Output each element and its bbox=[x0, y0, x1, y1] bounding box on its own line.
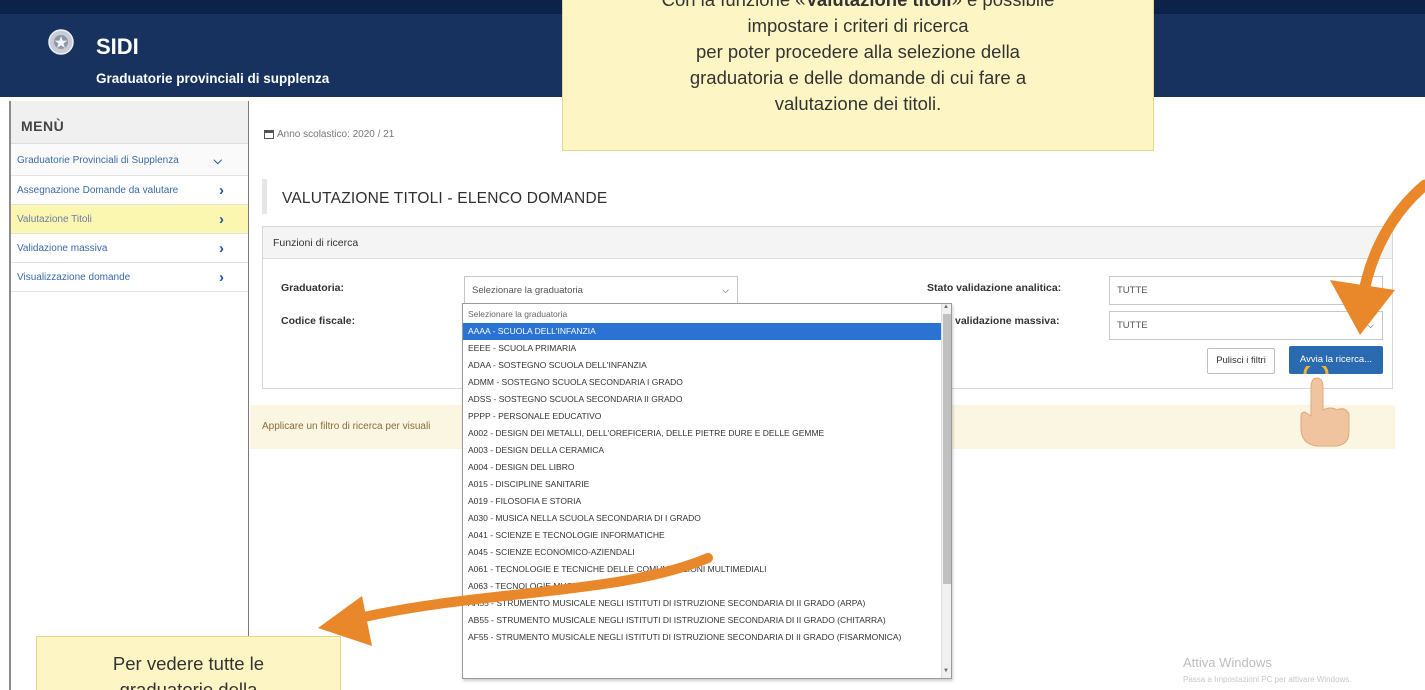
tutorial-callout-bottom: Per vedere tutte le graduatorie della bbox=[36, 636, 341, 690]
sidebar-item-graduatorie[interactable]: Graduatorie Provinciali di Supplenza ⌵ bbox=[11, 144, 248, 176]
dropdown-option[interactable]: A045 - SCIENZE ECONOMICO-AZIENDALI bbox=[463, 544, 941, 561]
stato-analitica-label: Stato validazione analitica: bbox=[927, 282, 1062, 294]
chevron-right-icon: › bbox=[219, 269, 224, 286]
scroll-down-icon[interactable]: ▼ bbox=[943, 668, 949, 674]
title-accent-bar bbox=[262, 179, 267, 214]
school-year: Anno scolastico: 2020 / 21 bbox=[277, 129, 395, 140]
dropdown-options: Selezionare la graduatoria AAAA - SCUOLA … bbox=[463, 306, 941, 646]
callout-top-line3: per poter procedere alla selezione della bbox=[696, 41, 1020, 62]
menu-title: MENÙ bbox=[11, 101, 248, 144]
dropdown-option[interactable]: AF55 - STRUMENTO MUSICALE NEGLI ISTITUTI… bbox=[463, 629, 941, 646]
dropdown-option[interactable]: A041 - SCIENZE E TECNOLOGIE INFORMATICHE bbox=[463, 527, 941, 544]
stato-massiva-select[interactable]: TUTTE ⌵ bbox=[1109, 311, 1383, 340]
sidebar-item-label: Visualizzazione domande bbox=[17, 272, 131, 283]
sidebar-item-validazione-massiva[interactable]: Validazione massiva › bbox=[11, 234, 248, 263]
sidebar-item-visualizzazione[interactable]: Visualizzazione domande › bbox=[11, 263, 248, 292]
stato-massiva-label: validazione massiva: bbox=[955, 315, 1060, 327]
sidebar-item-label: Validazione massiva bbox=[17, 243, 108, 254]
stato-massiva-value: TUTTE bbox=[1117, 320, 1148, 331]
dropdown-option[interactable]: AA55 - STRUMENTO MUSICALE NEGLI ISTITUTI… bbox=[463, 595, 941, 612]
dropdown-option[interactable]: A019 - FILOSOFIA E STORIA bbox=[463, 493, 941, 510]
callout-bottom-line1: Per vedere tutte le bbox=[112, 653, 265, 674]
callout-top-line2: impostare i criteri di ricerca bbox=[747, 15, 969, 36]
dropdown-option[interactable]: A061 - TECNOLOGIE E TECNICHE DELLE COMUN… bbox=[463, 561, 941, 578]
dropdown-option[interactable]: Selezionare la graduatoria bbox=[463, 306, 941, 323]
app-subtitle: Graduatorie provinciali di supplenza bbox=[96, 71, 330, 86]
dropdown-option[interactable]: A004 - DESIGN DEL LIBRO bbox=[463, 459, 941, 476]
dropdown-scrollbar[interactable]: ▲ ▼ bbox=[941, 304, 951, 678]
graduatoria-label: Graduatoria: bbox=[281, 282, 345, 294]
stato-analitica-value: TUTTE bbox=[1117, 285, 1148, 296]
app-title: SIDI bbox=[96, 34, 139, 59]
clear-filters-button[interactable]: Pulisci i filtri bbox=[1207, 348, 1275, 374]
sidebar-menu: MENÙ Graduatorie Provinciali di Supplenz… bbox=[9, 101, 249, 690]
dropdown-option[interactable]: A063 - TECNOLOGIE MUSICALI bbox=[463, 578, 941, 595]
tutorial-callout-top: Con la funzione «Valutazione titoli» è p… bbox=[562, 0, 1154, 151]
chevron-right-icon: › bbox=[219, 182, 224, 199]
windows-watermark-subtitle: Passa a Impostazioni PC per attivare Win… bbox=[1183, 675, 1352, 684]
sidebar-item-label: Valutazione Titoli bbox=[17, 214, 92, 225]
dropdown-option[interactable]: ADSS - SOSTEGNO SCUOLA SECONDARIA II GRA… bbox=[463, 391, 941, 408]
italian-emblem-icon bbox=[48, 29, 74, 55]
dropdown-option[interactable]: ADMM - SOSTEGNO SCUOLA SECONDARIA I GRAD… bbox=[463, 374, 941, 391]
sidebar-item-label: Graduatorie Provinciali di Supplenza bbox=[17, 155, 179, 166]
panel-title: Funzioni di ricerca bbox=[263, 227, 1392, 259]
stato-analitica-select[interactable]: TUTTE ⌵ bbox=[1109, 276, 1383, 305]
graduatoria-select[interactable]: Selezionare la graduatoria ⌵ bbox=[464, 276, 738, 305]
chevron-down-icon: ⌵ bbox=[1367, 320, 1374, 330]
callout-top-line4: graduatoria e delle domande di cui fare … bbox=[689, 67, 1027, 88]
sidebar-item-valutazione-titoli[interactable]: Valutazione Titoli › bbox=[11, 205, 248, 234]
scrollbar-thumb[interactable] bbox=[943, 314, 951, 584]
graduatoria-dropdown[interactable]: Selezionare la graduatoria AAAA - SCUOLA … bbox=[462, 303, 952, 679]
chevron-down-icon: ⌵ bbox=[213, 155, 222, 167]
dropdown-option[interactable]: A015 - DISCIPLINE SANITARIE bbox=[463, 476, 941, 493]
codice-fiscale-label: Codice fiscale: bbox=[281, 315, 356, 327]
callout-top-line5: valutazione dei titoli. bbox=[774, 93, 942, 114]
graduatoria-select-value: Selezionare la graduatoria bbox=[472, 285, 583, 296]
dropdown-option[interactable]: A002 - DESIGN DEI METALLI, DELL'OREFICER… bbox=[463, 425, 941, 442]
page-title: VALUTAZIONE TITOLI - ELENCO DOMANDE bbox=[282, 190, 608, 207]
chevron-right-icon: › bbox=[219, 211, 224, 228]
dropdown-option[interactable]: A030 - MUSICA NELLA SCUOLA SECONDARIA DI… bbox=[463, 510, 941, 527]
callout-bottom-line2: graduatorie della bbox=[119, 679, 258, 690]
pointing-hand-icon bbox=[1300, 366, 1350, 447]
dropdown-option[interactable]: PPPP - PERSONALE EDUCATIVO bbox=[463, 408, 941, 425]
dropdown-option[interactable]: AB55 - STRUMENTO MUSICALE NEGLI ISTITUTI… bbox=[463, 612, 941, 629]
chevron-down-icon: ⌵ bbox=[722, 285, 729, 295]
callout-text: Con la funzione « bbox=[662, 0, 806, 10]
callout-top-line1: Con la funzione «Valutazione titoli» è p… bbox=[563, 0, 1153, 13]
dropdown-option[interactable]: ADAA - SOSTEGNO SCUOLA DELL'INFANZIA bbox=[463, 357, 941, 374]
scroll-up-icon[interactable]: ▲ bbox=[943, 304, 949, 310]
sidebar-item-label: Assegnazione Domande da valutare bbox=[17, 185, 179, 196]
chevron-down-icon: ⌵ bbox=[1367, 285, 1374, 295]
windows-watermark-title: Attiva Windows bbox=[1183, 655, 1272, 670]
chevron-right-icon: › bbox=[219, 240, 224, 257]
callout-text: » è possibile bbox=[952, 0, 1055, 10]
callout-bold-text: Valutazione titoli bbox=[806, 0, 952, 10]
dropdown-option[interactable]: A003 - DESIGN DELLA CERAMICA bbox=[463, 442, 941, 459]
dropdown-option[interactable]: EEEE - SCUOLA PRIMARIA bbox=[463, 340, 941, 357]
sidebar-item-assegnazione[interactable]: Assegnazione Domande da valutare › bbox=[11, 176, 248, 205]
dropdown-option[interactable]: AAAA - SCUOLA DELL'INFANZIA bbox=[463, 323, 941, 340]
calendar-icon bbox=[264, 130, 274, 139]
app-root: SIDI Graduatorie provinciali di supplenz… bbox=[0, 0, 1425, 690]
